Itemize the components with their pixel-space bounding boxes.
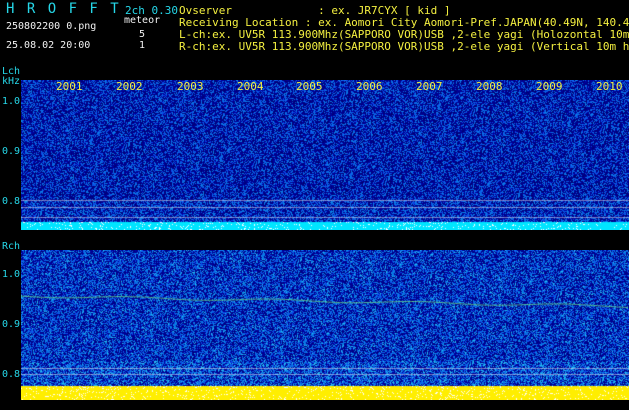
- rch-spectrogram-canvas: [21, 250, 629, 400]
- rch-tick-0-9: 0.9: [2, 319, 21, 330]
- rch-spectrogram: [21, 250, 629, 400]
- minute-label-2005: 2005: [296, 80, 323, 93]
- app-title: H R O F F T: [6, 1, 121, 17]
- minute-label-2008: 2008: [476, 80, 503, 93]
- lch-unit-label: kHz: [2, 76, 21, 87]
- minute-label-2006: 2006: [356, 80, 383, 93]
- lch-count: 5: [139, 29, 146, 40]
- minute-label-2003: 2003: [177, 80, 204, 93]
- lch-spectrogram: [21, 80, 629, 230]
- lch-tick-0-9: 0.9: [2, 146, 21, 157]
- rch-tick-1-0: 1.0: [2, 269, 21, 280]
- minute-label-2010: 2010: [596, 80, 623, 93]
- lch-tick-0-8: 0.8: [2, 196, 21, 207]
- lch-config-line: L-ch:ex. UV5R 113.900Mhz(SAPPORO VOR)USB…: [179, 28, 629, 41]
- observer-line: Ovserver : ex. JR7CYX [ kid ]: [179, 4, 451, 17]
- event-label: meteor: [124, 15, 161, 26]
- minute-label-2002: 2002: [116, 80, 143, 93]
- location-line: Receiving Location : ex. Aomori City Aom…: [179, 16, 629, 29]
- lch-spectrogram-canvas: [21, 80, 629, 230]
- rch-label: Rch: [2, 241, 21, 252]
- rch-config-line: R-ch:ex. UV5R 113.900Mhz(SAPPORO VOR)USB…: [179, 40, 629, 53]
- filename-label: 250802200 0.png: [6, 21, 97, 32]
- minute-label-2004: 2004: [237, 80, 264, 93]
- rch-tick-0-8: 0.8: [2, 369, 21, 380]
- lch-tick-1-0: 1.0: [2, 96, 21, 107]
- rch-count: 1: [139, 40, 146, 51]
- minute-label-2009: 2009: [536, 80, 563, 93]
- hrofft-window: H R O F F T 2ch 0.30 250802200 0.png met…: [0, 0, 629, 410]
- minute-label-2007: 2007: [416, 80, 443, 93]
- datetime-label: 25.08.02 20:00: [6, 40, 91, 51]
- minute-label-2001: 2001: [56, 80, 83, 93]
